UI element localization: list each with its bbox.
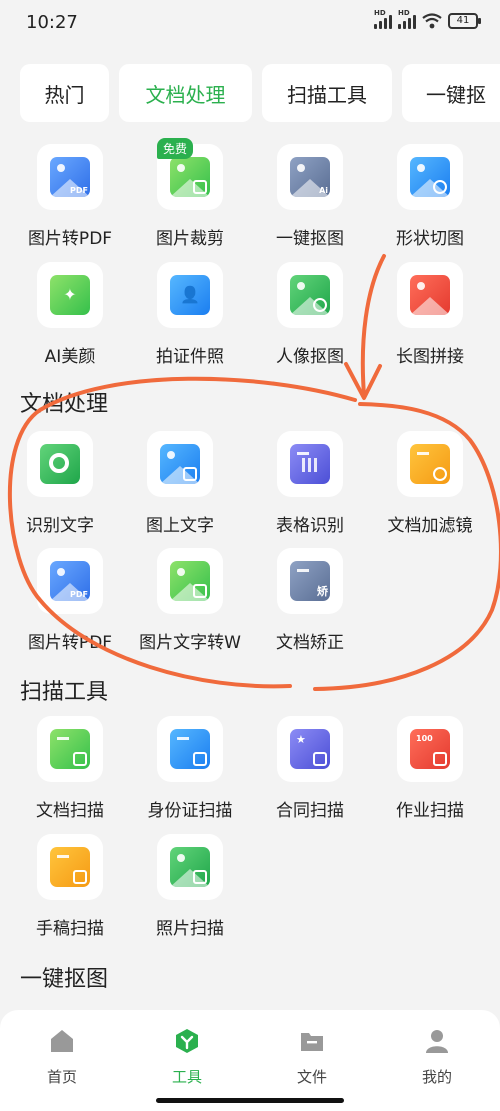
tool-label: 合同扫描	[276, 801, 344, 821]
correction-icon: 矫	[290, 561, 330, 601]
status-bar: 10:27 HD HD 41	[0, 0, 500, 48]
signal-icon: HD	[374, 9, 392, 29]
tool-id-card-scan[interactable]: 身份证扫描	[130, 716, 250, 826]
status-icons: HD HD 41	[374, 9, 481, 29]
tool-label: 文档矫正	[276, 633, 344, 653]
filter-icon	[410, 444, 450, 484]
tool-doc-scan[interactable]: 文档扫描	[10, 716, 130, 826]
tool-label: AI美颜	[44, 347, 96, 367]
tool-label: 图片裁剪	[156, 229, 224, 249]
tool-image-text[interactable]: 图上文字	[120, 431, 240, 541]
tool-label: 身份证扫描	[147, 801, 233, 821]
image-pdf-icon: PDF	[50, 561, 90, 601]
user-icon	[426, 1030, 448, 1053]
battery-icon: 41	[448, 13, 481, 29]
image-text-icon	[160, 444, 200, 484]
tool-long-image-stitch[interactable]: 长图拼接	[370, 262, 490, 372]
crop-icon	[170, 157, 210, 197]
tool-homework-scan[interactable]: 100 作业扫描	[370, 716, 490, 826]
tab-scan-tools[interactable]: 扫描工具	[262, 64, 392, 122]
tool-label: 形状切图	[396, 229, 464, 249]
wifi-icon	[422, 13, 442, 29]
stitch-icon	[410, 275, 450, 315]
tool-image-to-pdf[interactable]: PDF 图片转PDF	[10, 144, 130, 254]
image-word-icon	[170, 561, 210, 601]
tool-label: 拍证件照	[156, 347, 224, 367]
tool-label: 照片扫描	[156, 919, 224, 939]
tool-shape-cut[interactable]: 形状切图	[370, 144, 490, 254]
section-title-scan-tools: 扫描工具	[20, 680, 109, 705]
manuscript-scan-icon	[50, 847, 90, 887]
shape-cut-icon	[410, 157, 450, 197]
tool-image-text-to-word[interactable]: 图片文字转W	[130, 548, 250, 658]
bottom-navigation: 首页 工具 文件 我的	[0, 1010, 500, 1111]
image-pdf-icon: PDF	[50, 157, 90, 197]
tool-portrait-cutout[interactable]: 人像抠图	[250, 262, 370, 372]
tool-doc-correction[interactable]: 矫 文档矫正	[250, 548, 370, 658]
folder-icon	[301, 1033, 323, 1051]
nav-me[interactable]: 我的	[397, 1022, 477, 1092]
tool-label: 长图拼接	[396, 347, 464, 367]
tool-doc-filter[interactable]: 文档加滤镜	[370, 431, 490, 541]
tab-one-click-cutout[interactable]: 一键抠	[402, 64, 500, 122]
tool-label: 作业扫描	[396, 801, 464, 821]
tab-doc-processing[interactable]: 文档处理	[119, 64, 252, 122]
tool-id-photo[interactable]: 👤 拍证件照	[130, 262, 250, 372]
id-card-scan-icon	[170, 729, 210, 769]
homework-scan-icon: 100	[410, 729, 450, 769]
tool-contract-scan[interactable]: ★ 合同扫描	[250, 716, 370, 826]
category-tabs: 热门 文档处理 扫描工具 一键抠	[0, 64, 500, 122]
nav-home[interactable]: 首页	[22, 1022, 102, 1092]
signal-icon-2: HD	[398, 9, 416, 29]
tool-one-click-cutout[interactable]: Ai 一键抠图	[250, 144, 370, 254]
tool-label: 一键抠图	[276, 229, 344, 249]
nav-files[interactable]: 文件	[272, 1022, 352, 1092]
tool-manuscript-scan[interactable]: 手稿扫描	[10, 834, 130, 944]
tool-label: 图上文字	[146, 516, 214, 536]
tool-label: 表格识别	[276, 516, 344, 536]
tool-label: 图片转PDF	[27, 229, 113, 249]
doc-scan-icon	[50, 729, 90, 769]
table-icon	[290, 444, 330, 484]
tools-icon	[176, 1029, 198, 1053]
free-badge: 免费	[157, 138, 194, 159]
tool-ai-beauty[interactable]: ✦ AI美颜	[10, 262, 130, 372]
section-title-one-click-cutout: 一键抠图	[20, 967, 109, 992]
tool-label: 图片文字转W	[139, 633, 241, 653]
tool-label: 文档扫描	[36, 801, 104, 821]
tool-photo-scan[interactable]: 照片扫描	[130, 834, 250, 944]
tool-text-recognition[interactable]: 识别文字	[0, 431, 120, 541]
tool-label: 手稿扫描	[36, 919, 104, 939]
status-time: 10:27	[26, 12, 78, 33]
tab-hot[interactable]: 热门	[20, 64, 109, 122]
photo-scan-icon	[170, 847, 210, 887]
ocr-icon	[40, 444, 80, 484]
tool-image-crop[interactable]: 免费 图片裁剪	[130, 138, 250, 254]
section-title-doc-processing: 文档处理	[20, 392, 109, 417]
tool-label: 人像抠图	[276, 347, 344, 367]
contract-scan-icon: ★	[290, 729, 330, 769]
ai-cutout-icon: Ai	[290, 157, 330, 197]
tool-label: 识别文字	[26, 516, 94, 536]
tool-label: 图片转PDF	[27, 633, 113, 653]
portrait-cutout-icon	[290, 275, 330, 315]
home-indicator	[156, 1098, 344, 1103]
magic-wand-icon: ✦	[50, 275, 90, 315]
nav-tools[interactable]: 工具	[147, 1022, 227, 1092]
camera-portrait-icon: 👤	[170, 275, 210, 315]
tool-label: 文档加滤镜	[387, 516, 473, 536]
home-icon	[51, 1030, 73, 1052]
tool-image-to-pdf-2[interactable]: PDF 图片转PDF	[10, 548, 130, 658]
tool-table-recognition[interactable]: 表格识别	[250, 431, 370, 541]
